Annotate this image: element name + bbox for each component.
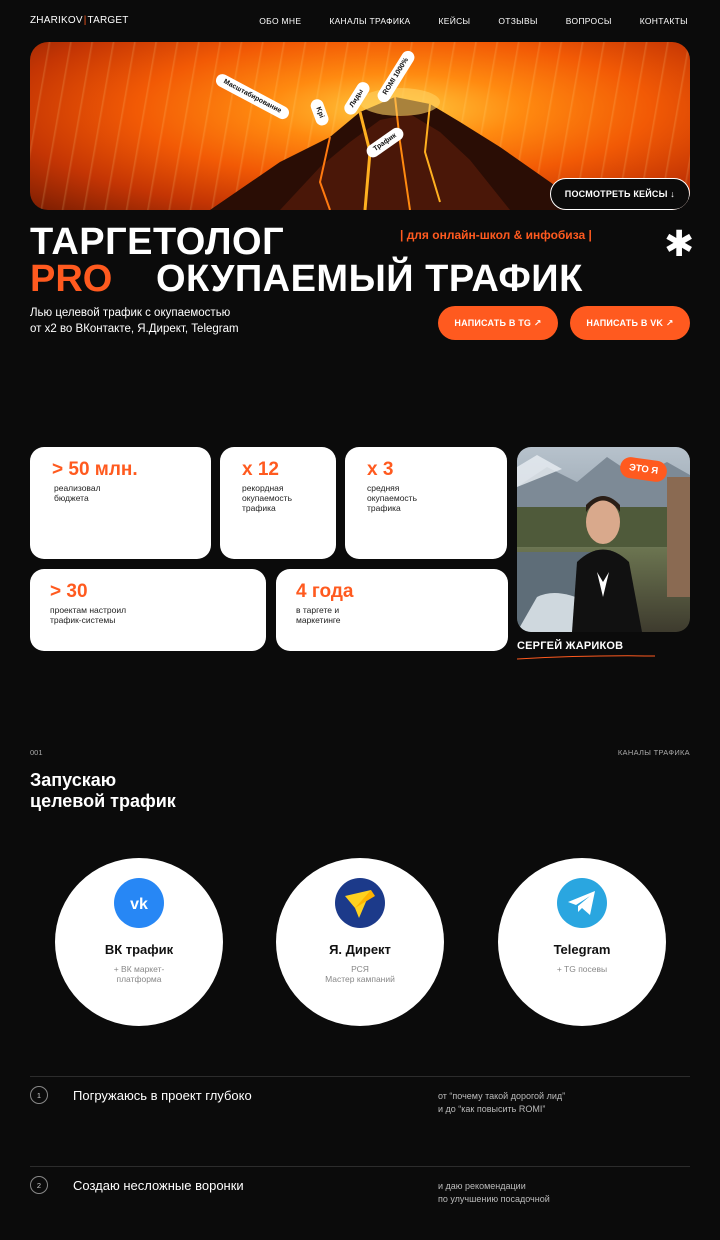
divider — [30, 1166, 690, 1167]
section-number: 001 — [30, 748, 43, 757]
section-title: Запускаю целевой трафик — [30, 770, 176, 811]
nav-link-channels[interactable]: КАНАЛЫ ТРАФИКА — [329, 16, 410, 26]
channel-title: ВК трафик — [104, 942, 174, 957]
nav-link-cases[interactable]: КЕЙСЫ — [438, 16, 470, 26]
stat-card-budget: > 50 млн. реализовал бюджета — [30, 447, 211, 559]
asterisk-icon: ✱ — [664, 223, 695, 264]
step-title: Создаю несложные воронки — [73, 1178, 244, 1193]
write-tg-button[interactable]: НАПИСАТЬ В TG ↗ — [438, 306, 558, 340]
stat-description: реализовал бюджета — [54, 483, 101, 503]
channel-subtitle: + TG посевы — [556, 964, 608, 974]
stat-description: рекордная окупаемость трафика — [242, 483, 292, 513]
stat-description: в таргете и маркетинге — [296, 605, 341, 625]
nav-link-reviews[interactable]: ОТЗЫВЫ — [498, 16, 537, 26]
stat-value: x 12 — [242, 459, 279, 480]
channel-subtitle: РСЯ Мастер кампаний — [325, 964, 395, 984]
hero-banner: Масштабирование Kpi Лиды ROMI 1000% Траф… — [30, 42, 690, 210]
divider — [30, 1076, 690, 1077]
lead-line2: от х2 во ВКонтакте, Я.Директ, Telegram — [30, 323, 239, 335]
logo-left: ZHARIKOV — [30, 15, 83, 26]
nav-link-questions[interactable]: ВОПРОСЫ — [566, 16, 612, 26]
step-note: от “почему такой дорогой лид” и до “как п… — [438, 1091, 566, 1114]
channel-subtitle: + ВК маркет-платформа — [113, 964, 165, 984]
stat-description: проектам настроил трафик-системы — [50, 605, 127, 625]
stat-value: > 50 млн. — [52, 459, 138, 480]
yandex-direct-icon — [335, 878, 385, 928]
name-underline — [517, 655, 655, 660]
lead-line1: Лью целевой трафик с окупаемостью — [30, 307, 231, 319]
step-note: и даю рекомендации по улучшению посадочно… — [438, 1181, 550, 1204]
top-nav: ZHARIKOV|TARGET ОБО МНЕ КАНАЛЫ ТРАФИКА К… — [0, 0, 720, 42]
telegram-icon — [557, 878, 607, 928]
channel-card-telegram[interactable]: Telegram + TG посевы — [498, 858, 666, 1026]
logo-right: TARGET — [87, 15, 129, 26]
channel-card-yandex-direct[interactable]: Я. Директ РСЯ Мастер кампаний — [276, 858, 444, 1026]
nav-link-about[interactable]: ОБО МНЕ — [259, 16, 301, 26]
vk-icon: vk — [114, 878, 164, 928]
headline-pro: PRO — [30, 258, 113, 300]
stat-value: 4 года — [296, 581, 354, 602]
logo-separator: | — [83, 15, 87, 26]
headline-line2: ОКУПАЕМЫЙ ТРАФИК — [156, 258, 583, 300]
step-number: 2 — [30, 1176, 48, 1194]
stat-card-experience: 4 года в таргете и маркетинге — [276, 569, 508, 651]
profile-name: СЕРГЕЙ ЖАРИКОВ — [517, 640, 624, 652]
lead-text: Лью целевой трафик с окупаемостью от х2 … — [30, 305, 300, 337]
logo[interactable]: ZHARIKOV|TARGET — [30, 15, 129, 26]
svg-text:vk: vk — [130, 896, 148, 913]
stat-card-projects: > 30 проектам настроил трафик-системы — [30, 569, 266, 651]
channel-card-vk[interactable]: vk ВК трафик + ВК маркет-платформа — [55, 858, 223, 1026]
headline-line1: ТАРГЕТОЛОГ — [30, 221, 285, 263]
channel-title: Telegram — [553, 942, 611, 957]
nav-link-contacts[interactable]: КОНТАКТЫ — [640, 16, 688, 26]
section-label: КАНАЛЫ ТРАФИКА — [617, 748, 690, 757]
stat-value: > 30 — [50, 581, 88, 602]
audience-tag: | для онлайн-школ & инфобиза | — [400, 228, 592, 242]
nav-links: ОБО МНЕ КАНАЛЫ ТРАФИКА КЕЙСЫ ОТЗЫВЫ ВОПР… — [231, 16, 688, 26]
stat-card-record-roi: x 12 рекордная окупаемость трафика — [220, 447, 336, 559]
write-vk-button[interactable]: НАПИСАТЬ В VK ↗ — [570, 306, 690, 340]
stat-value: x 3 — [367, 459, 394, 480]
step-title: Погружаюсь в проект глубоко — [73, 1088, 252, 1103]
step-number: 1 — [30, 1086, 48, 1104]
stat-description: средняя окупаемость трафика — [367, 483, 417, 513]
channel-title: Я. Директ — [329, 942, 391, 957]
stat-card-average-roi: x 3 средняя окупаемость трафика — [345, 447, 507, 559]
view-cases-button[interactable]: ПОСМОТРЕТЬ КЕЙСЫ ↓ — [549, 178, 690, 210]
